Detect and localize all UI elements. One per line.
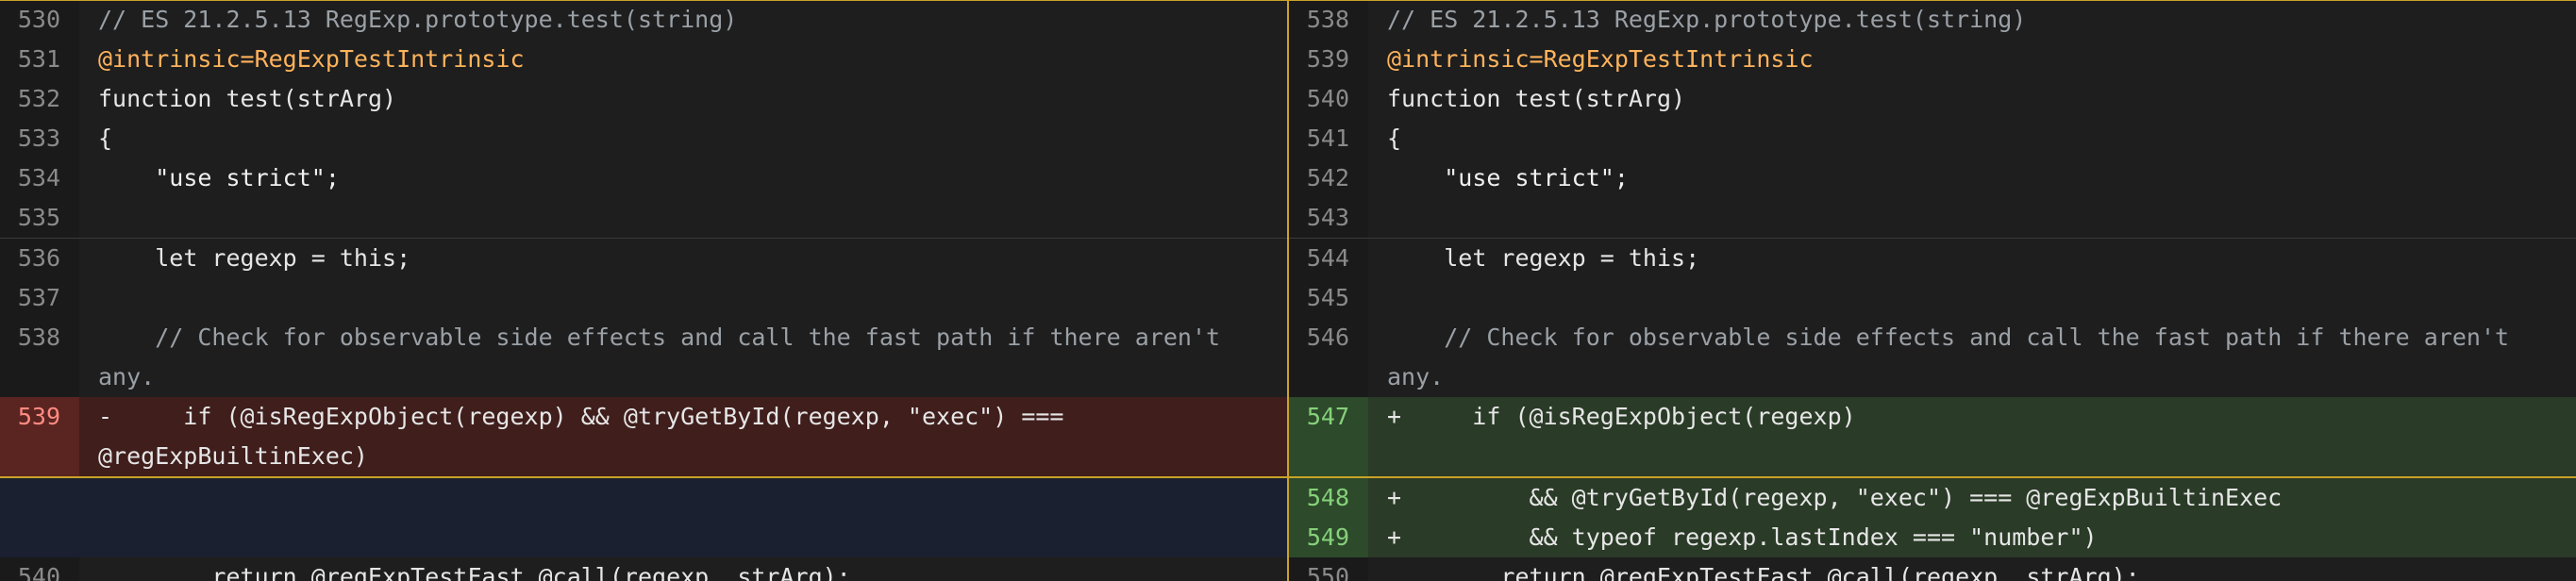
line-content: // ES 21.2.5.13 RegExp.prototype.test(st… [98, 6, 738, 33]
placeholder-gap [0, 476, 1287, 557]
line-number: 537 [0, 278, 79, 318]
code-line: 544 let regexp = this; [1289, 238, 2576, 278]
code-line: 540 return @regExpTestFast.@call(regexp,… [0, 557, 1287, 581]
line-number: 550 [1289, 557, 1368, 581]
added-line: 549 + && typeof regexp.lastIndex === "nu… [1289, 518, 2576, 557]
line-number: 544 [1289, 239, 1368, 278]
added-line: 547 + if (@isRegExpObject(regexp) [1289, 397, 2576, 476]
line-number: 531 [0, 40, 79, 79]
line-content: let regexp = this; [1387, 244, 1700, 272]
line-number: 530 [0, 0, 79, 40]
line-number: 549 [1289, 518, 1368, 557]
code-line: 531 @intrinsic=RegExpTestIntrinsic [0, 40, 1287, 79]
line-number: 547 [1289, 397, 1368, 476]
line-number: 541 [1289, 119, 1368, 158]
added-line: 548 + && @tryGetById(regexp, "exec") ===… [1289, 476, 2576, 518]
line-content: { [1387, 124, 1402, 152]
line-number: 535 [0, 198, 79, 238]
code-line: 538 // ES 21.2.5.13 RegExp.prototype.tes… [1289, 0, 2576, 40]
line-number: 538 [1289, 0, 1368, 40]
code-line: 539 @intrinsic=RegExpTestIntrinsic [1289, 40, 2576, 79]
code-line: 530 // ES 21.2.5.13 RegExp.prototype.tes… [0, 0, 1287, 40]
code-line: 546 // Check for observable side effects… [1289, 318, 2576, 397]
line-content: // Check for observable side effects and… [98, 324, 1235, 390]
line-content: - if (@isRegExpObject(regexp) && @tryGet… [79, 397, 1287, 476]
line-content: @intrinsic=RegExpTestIntrinsic [98, 45, 525, 73]
line-content: + if (@isRegExpObject(regexp) [1368, 397, 2576, 476]
code-line: 538 // Check for observable side effects… [0, 318, 1287, 397]
line-number: 536 [0, 239, 79, 278]
diff-pane-right: 538 // ES 21.2.5.13 RegExp.prototype.tes… [1289, 0, 2576, 581]
line-content: { [98, 124, 113, 152]
line-number: 540 [1289, 79, 1368, 119]
line-content: function test(strArg) [98, 85, 397, 112]
line-number: 548 [1289, 478, 1368, 518]
pane-top-border [0, 0, 1287, 1]
line-content: // ES 21.2.5.13 RegExp.prototype.test(st… [1387, 6, 2027, 33]
code-line: 542 "use strict"; [1289, 158, 2576, 198]
line-number: 543 [1289, 198, 1368, 238]
code-line: 537 [0, 278, 1287, 318]
code-line: 545 [1289, 278, 2576, 318]
gutter-empty [0, 478, 79, 557]
line-number: 540 [0, 557, 79, 581]
code-line: 541 { [1289, 119, 2576, 158]
diff-view: 530 // ES 21.2.5.13 RegExp.prototype.tes… [0, 0, 2576, 581]
pane-top-border [1289, 0, 2576, 1]
line-number: 533 [0, 119, 79, 158]
line-content: @intrinsic=RegExpTestIntrinsic [1387, 45, 1814, 73]
line-number: 534 [0, 158, 79, 198]
code-line: 533 { [0, 119, 1287, 158]
line-content: + && typeof regexp.lastIndex === "number… [1368, 518, 2576, 557]
line-content: // Check for observable side effects and… [1387, 324, 2524, 390]
line-number: 545 [1289, 278, 1368, 318]
line-content [79, 278, 1287, 318]
line-number: 538 [0, 318, 79, 397]
line-content: "use strict"; [98, 164, 340, 191]
code-line: 550 return @regExpTestFast.@call(regexp,… [1289, 557, 2576, 581]
line-number: 539 [1289, 40, 1368, 79]
line-number: 546 [1289, 318, 1368, 397]
line-number: 539 [0, 397, 79, 476]
line-content: return @regExpTestFast.@call(regexp, str… [98, 563, 851, 581]
code-line: 532 function test(strArg) [0, 79, 1287, 119]
code-line: 536 let regexp = this; [0, 238, 1287, 278]
line-content: "use strict"; [1387, 164, 1629, 191]
code-line: 540 function test(strArg) [1289, 79, 2576, 119]
line-number: 532 [0, 79, 79, 119]
line-content: + && @tryGetById(regexp, "exec") === @re… [1368, 478, 2576, 518]
line-content [1368, 278, 2576, 318]
gap-fill [79, 478, 1287, 557]
line-content: let regexp = this; [98, 244, 411, 272]
line-number: 542 [1289, 158, 1368, 198]
code-line: 543 [1289, 198, 2576, 238]
line-content: function test(strArg) [1387, 85, 1686, 112]
diff-pane-left: 530 // ES 21.2.5.13 RegExp.prototype.tes… [0, 0, 1289, 581]
code-line: 535 [0, 198, 1287, 238]
removed-line: 539 - if (@isRegExpObject(regexp) && @tr… [0, 397, 1287, 476]
line-content [1368, 198, 2576, 238]
line-content [79, 198, 1287, 238]
code-line: 534 "use strict"; [0, 158, 1287, 198]
line-content: return @regExpTestFast.@call(regexp, str… [1387, 563, 2140, 581]
